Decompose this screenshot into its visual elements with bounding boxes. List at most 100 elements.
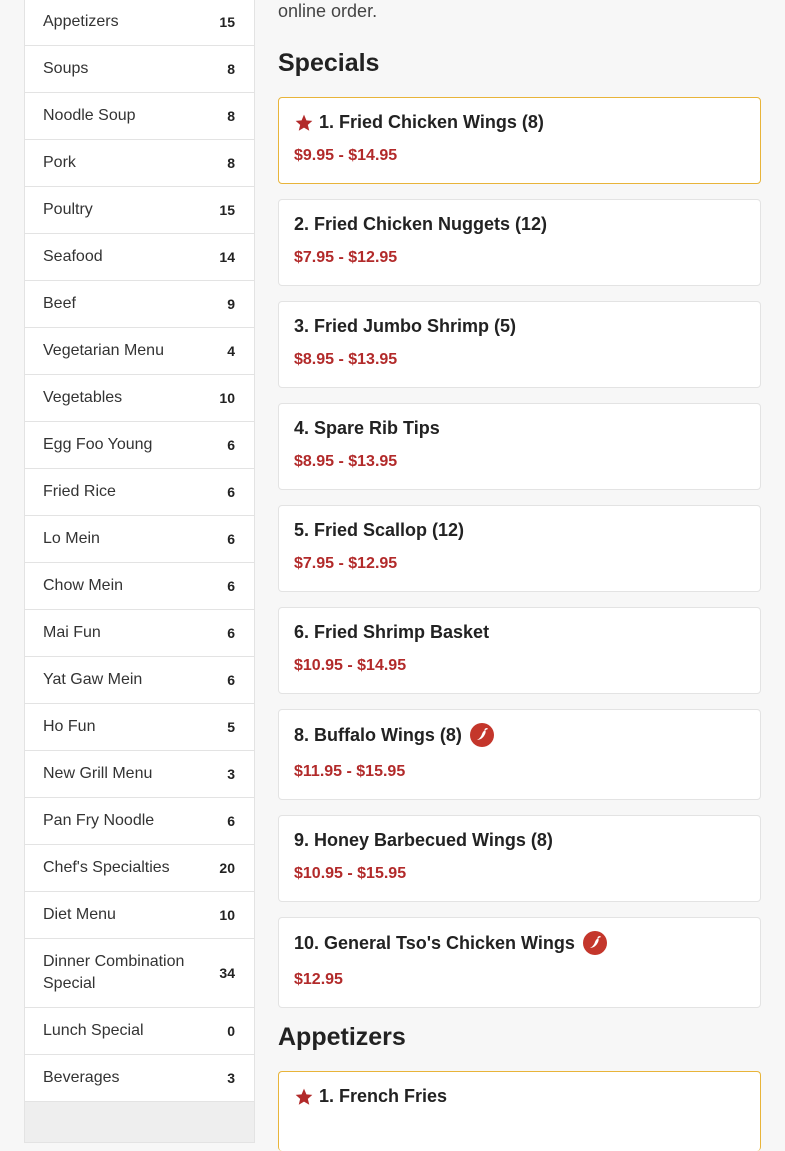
menu-item-card[interactable]: 1. French Fries: [278, 1071, 761, 1151]
sidebar-item-chefs-specialties[interactable]: Chef's Specialties 20: [25, 845, 254, 892]
menu-item-price: $7.95 - $12.95: [294, 249, 398, 266]
chili-pepper-icon: [469, 723, 494, 747]
menu-item-price: $11.95 - $15.95: [294, 763, 406, 780]
menu-item-title: 6. Fried Shrimp Basket: [294, 622, 489, 643]
sidebar-item-lunch-special[interactable]: Lunch Special 0: [25, 1008, 254, 1055]
category-name: Pork: [43, 154, 76, 171]
menu-item-title: 2. Fried Chicken Nuggets (12): [294, 214, 547, 235]
section-title-appetizers: Appetizers: [278, 1023, 406, 1051]
category-count: 6: [227, 484, 235, 500]
menu-item-name: 3. Fried Jumbo Shrimp (5): [294, 316, 517, 336]
sidebar-item-vegetarian-menu[interactable]: Vegetarian Menu 4: [25, 328, 254, 375]
category-count: 6: [227, 437, 235, 453]
sidebar-item-new-grill-menu[interactable]: New Grill Menu 3: [25, 751, 254, 798]
chili-pepper-icon: [582, 931, 607, 955]
category-count: 14: [219, 249, 235, 265]
section-title-specials: Specials: [278, 49, 380, 77]
menu-item-name: 1. Fried Chicken Wings (8): [319, 112, 544, 132]
category-count: 15: [219, 202, 235, 218]
sidebar-item-noodle-soup[interactable]: Noodle Soup 8: [25, 93, 254, 140]
menu-item-card[interactable]: 8. Buffalo Wings (8) $11.95 - $15.95: [278, 709, 761, 800]
category-name: Vegetables: [43, 389, 123, 406]
category-name: Beverages: [43, 1069, 120, 1086]
menu-item-name: 10. General Tso's Chicken Wings: [294, 932, 575, 953]
category-count: 8: [227, 155, 235, 171]
category-name: Diet Menu: [43, 906, 116, 923]
menu-item-name: 9. Honey Barbecued Wings (8): [294, 830, 553, 850]
sidebar-item-beverages[interactable]: Beverages 3: [25, 1055, 254, 1102]
menu-item-price: $10.95 - $14.95: [294, 657, 407, 674]
category-sidebar: Appetizers 15 Soups 8 Noodle Soup 8 Pork 8 P…: [24, 0, 255, 1143]
sidebar-item-yat-gaw-mein[interactable]: Yat Gaw Mein 6: [25, 657, 254, 704]
menu-item-title: 1. Fried Chicken Wings (8): [294, 112, 544, 133]
category-count: 3: [227, 766, 235, 782]
sidebar-item-appetizers[interactable]: Appetizers 15: [25, 0, 254, 46]
sidebar-item-ho-fun[interactable]: Ho Fun 5: [25, 704, 254, 751]
category-name: Egg Foo Young: [43, 436, 153, 453]
sidebar-item-beef[interactable]: Beef 9: [25, 281, 254, 328]
menu-item-card[interactable]: 2. Fried Chicken Nuggets (12) $7.95 - $1…: [278, 199, 761, 286]
category-count: 6: [227, 813, 235, 829]
sidebar-item-pan-fry-noodle[interactable]: Pan Fry Noodle 6: [25, 798, 254, 845]
menu-item-card[interactable]: 6. Fried Shrimp Basket $10.95 - $14.95: [278, 607, 761, 694]
menu-item-title: 8. Buffalo Wings (8): [294, 723, 494, 747]
star-icon: [295, 1088, 313, 1105]
menu-item-card[interactable]: 4. Spare Rib Tips $8.95 - $13.95: [278, 403, 761, 490]
sidebar-item-diet-menu[interactable]: Diet Menu 10: [25, 892, 254, 939]
category-count: 10: [219, 907, 235, 923]
category-count: 6: [227, 531, 235, 547]
sidebar-item-seafood[interactable]: Seafood 14: [25, 234, 254, 281]
category-count: 34: [219, 965, 235, 981]
category-count: 6: [227, 672, 235, 688]
category-name: Soups: [43, 60, 89, 77]
category-count: 6: [227, 625, 235, 641]
category-name: Ho Fun: [43, 718, 96, 735]
sidebar-item-soups[interactable]: Soups 8: [25, 46, 254, 93]
sidebar-item-dinner-combination-special[interactable]: Dinner Combination Special 34: [25, 939, 254, 1008]
category-count: 15: [219, 14, 235, 30]
menu-item-card[interactable]: 5. Fried Scallop (12) $7.95 - $12.95: [278, 505, 761, 592]
menu-item-title: 10. General Tso's Chicken Wings: [294, 931, 607, 955]
menu-item-price: $12.95: [294, 971, 343, 988]
menu-item-name: 6. Fried Shrimp Basket: [294, 622, 490, 642]
menu-item-card[interactable]: 10. General Tso's Chicken Wings $12.95: [278, 917, 761, 1008]
category-count: 9: [227, 296, 235, 312]
sidebar-item-partial[interactable]: [25, 1102, 254, 1142]
sidebar-item-pork[interactable]: Pork 8: [25, 140, 254, 187]
sidebar-item-vegetables[interactable]: Vegetables 10: [25, 375, 254, 422]
category-count: 0: [227, 1023, 235, 1039]
sidebar-item-mai-fun[interactable]: Mai Fun 6: [25, 610, 254, 657]
menu-item-title: 9. Honey Barbecued Wings (8): [294, 830, 553, 851]
category-count: 8: [227, 108, 235, 124]
category-name: Chow Mein: [43, 577, 124, 594]
category-name: Poultry: [43, 201, 93, 218]
sidebar-item-lo-mein[interactable]: Lo Mein 6: [25, 516, 254, 563]
category-name: Fried Rice: [43, 483, 116, 500]
category-count: 6: [227, 578, 235, 594]
category-name: Appetizers: [43, 13, 119, 30]
menu-item-name: 2. Fried Chicken Nuggets (12): [294, 214, 548, 234]
sidebar-item-chow-mein[interactable]: Chow Mein 6: [25, 563, 254, 610]
menu-item-price: $8.95 - $13.95: [294, 453, 398, 470]
intro-text: online order.: [278, 1, 378, 21]
menu-item-card[interactable]: 1. Fried Chicken Wings (8) $9.95 - $14.9…: [278, 97, 761, 184]
menu-item-name: 1. French Fries: [319, 1086, 448, 1106]
category-name: Lunch Special: [43, 1022, 144, 1039]
category-count: 5: [227, 719, 235, 735]
category-name: New Grill Menu: [43, 765, 153, 782]
menu-item-price: $7.95 - $12.95: [294, 555, 398, 572]
category-name: Pan Fry Noodle: [43, 812, 155, 829]
category-count: 3: [227, 1070, 235, 1086]
sidebar-item-fried-rice[interactable]: Fried Rice 6: [25, 469, 254, 516]
menu-item-name: 4. Spare Rib Tips: [294, 418, 440, 438]
category-name: Chef's Specialties: [43, 859, 170, 876]
menu-item-card[interactable]: 3. Fried Jumbo Shrimp (5) $8.95 - $13.95: [278, 301, 761, 388]
menu-item-title: 1. French Fries: [294, 1086, 447, 1107]
sidebar-item-poultry[interactable]: Poultry 15: [25, 187, 254, 234]
category-count: 8: [227, 61, 235, 77]
category-name: Vegetarian Menu: [43, 342, 164, 359]
menu-item-name: 8. Buffalo Wings (8): [294, 724, 462, 745]
sidebar-item-egg-foo-young[interactable]: Egg Foo Young 6: [25, 422, 254, 469]
menu-item-title: 5. Fried Scallop (12): [294, 520, 464, 541]
menu-item-card[interactable]: 9. Honey Barbecued Wings (8) $10.95 - $1…: [278, 815, 761, 902]
